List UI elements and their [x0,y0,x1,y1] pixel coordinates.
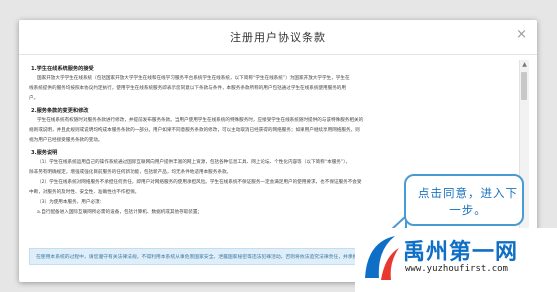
section-paragraph: 规则或说明，并且此规则或说明均构成本服务条款的一部分。用户如果不同意服务条款的修… [29,128,360,133]
watermark-url: www.yuzhoufirst.com [405,264,508,274]
section-paragraph: （1）学生在线系统运用自己的操作系统通过国际互联网向用户提供丰富的网上资源，包括… [37,160,351,165]
site-watermark: 禹州第一网 www.yuzhoufirst.com [355,228,557,292]
watermark-title: 禹州第一网 [403,240,519,265]
section-title: 2.服务条款的变更和修改 [31,108,89,114]
section-paragraph: 户。 [29,96,39,101]
modal-header: 注册用户协议条款 × [19,20,537,55]
instruction-callout: 点击同意，进入下一步。 [404,174,524,226]
section-title: 3.服务说明 [31,150,58,156]
scroll-up-icon[interactable]: ▲ [520,60,529,69]
close-icon[interactable]: × [516,28,527,42]
callout-text: 点击同意，进入下一步。 [418,186,518,217]
logo-mark-icon [365,236,399,280]
section-paragraph: 国家开放大学学生在线系统（包括国家开放大学学生在线和在线学习服务平台系统学生在线… [37,76,350,81]
section-paragraph: 视为用户已经接受服务条款的变动。 [29,138,103,143]
section-title: 1.学生在线系统服务的接受 [31,66,94,72]
scrollbar-thumb[interactable] [521,72,527,100]
section-paragraph: 线系统提供的服务均按照本协议约定执行，使用学生在线系统服务即表示您同意以下条款与… [29,86,346,91]
section-paragraph: 学生在线系统有权随时对服务条款进行修改，并提前发布服务条款。当用户使用学生在线系… [37,118,364,123]
modal-title: 注册用户协议条款 [230,31,326,44]
